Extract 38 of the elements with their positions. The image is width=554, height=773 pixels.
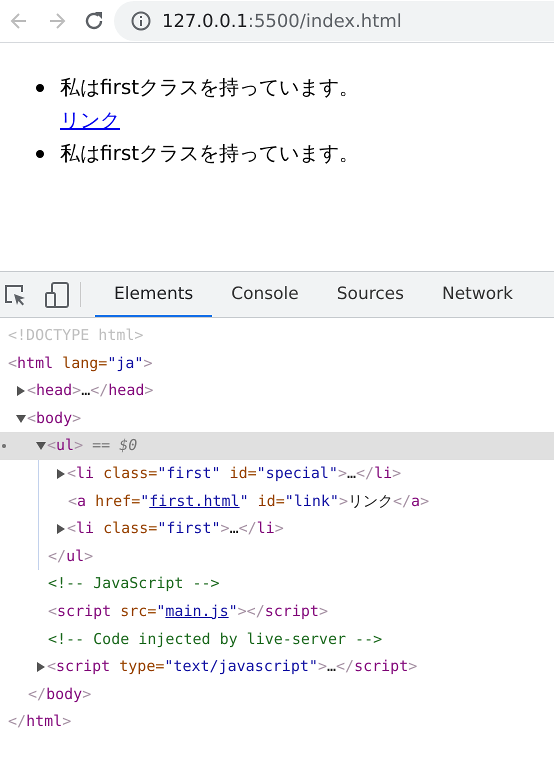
collapse-triangle-icon[interactable] — [15, 414, 27, 424]
address-bar[interactable]: 127.0.0.1:5500/index.html — [114, 1, 554, 41]
tree-row[interactable]: <html lang="ja"> — [0, 350, 554, 378]
device-toolbar-icon[interactable] — [44, 280, 70, 308]
bullet-icon — [36, 150, 44, 158]
url-text: 127.0.0.1:5500/index.html — [162, 10, 402, 32]
tree-row[interactable]: </html> — [0, 708, 554, 736]
devtools-tab[interactable]: Sources — [318, 272, 423, 317]
bullet-icon — [36, 84, 44, 92]
tree-row[interactable]: <script type="text/javascript">…</script> — [0, 653, 554, 681]
tree-row[interactable]: <a href="first.html" id="link">リンク</a> — [0, 488, 554, 516]
tree-row[interactable]: </body> — [0, 680, 554, 708]
link[interactable]: main.js — [165, 602, 229, 620]
link[interactable]: リンク — [60, 105, 554, 135]
link[interactable]: first.html — [149, 492, 240, 510]
tree-row[interactable]: <script src="main.js"></script> — [0, 598, 554, 626]
expand-triangle-icon[interactable] — [55, 468, 67, 479]
tree-row[interactable]: </ul> — [0, 542, 554, 570]
tree-row[interactable]: <li class="first">…</li> — [0, 515, 554, 543]
expand-triangle-icon[interactable] — [35, 662, 47, 672]
tree-row[interactable]: <li class="first" id="special">…</li> — [0, 460, 554, 488]
left-arrow-icon — [9, 11, 29, 31]
list-item-text: 私はfirstクラスを持っています。 — [60, 75, 360, 99]
inspect-icon[interactable] — [3, 282, 27, 306]
tree-row[interactable]: <!-- Code injected by live-server --> — [0, 626, 554, 654]
tree-row[interactable]: <!-- JavaScript --> — [0, 570, 554, 598]
collapse-triangle-icon[interactable] — [35, 441, 47, 452]
tree-row[interactable]: <head>…</head> — [0, 377, 554, 405]
expand-triangle-icon[interactable] — [55, 524, 67, 534]
expand-triangle-icon[interactable] — [15, 386, 27, 396]
devtools-tab[interactable]: Elements — [95, 272, 212, 317]
tree-row[interactable]: <body> — [0, 404, 554, 432]
list-item-text: 私はfirstクラスを持っています。 — [60, 141, 360, 165]
selected-tree-row[interactable]: <ul> == $0 — [0, 432, 554, 460]
devtools-tab[interactable]: Network — [423, 272, 532, 317]
devtools-tab[interactable]: Console — [212, 272, 318, 317]
info-icon[interactable] — [130, 10, 152, 32]
right-arrow-icon — [47, 11, 67, 31]
